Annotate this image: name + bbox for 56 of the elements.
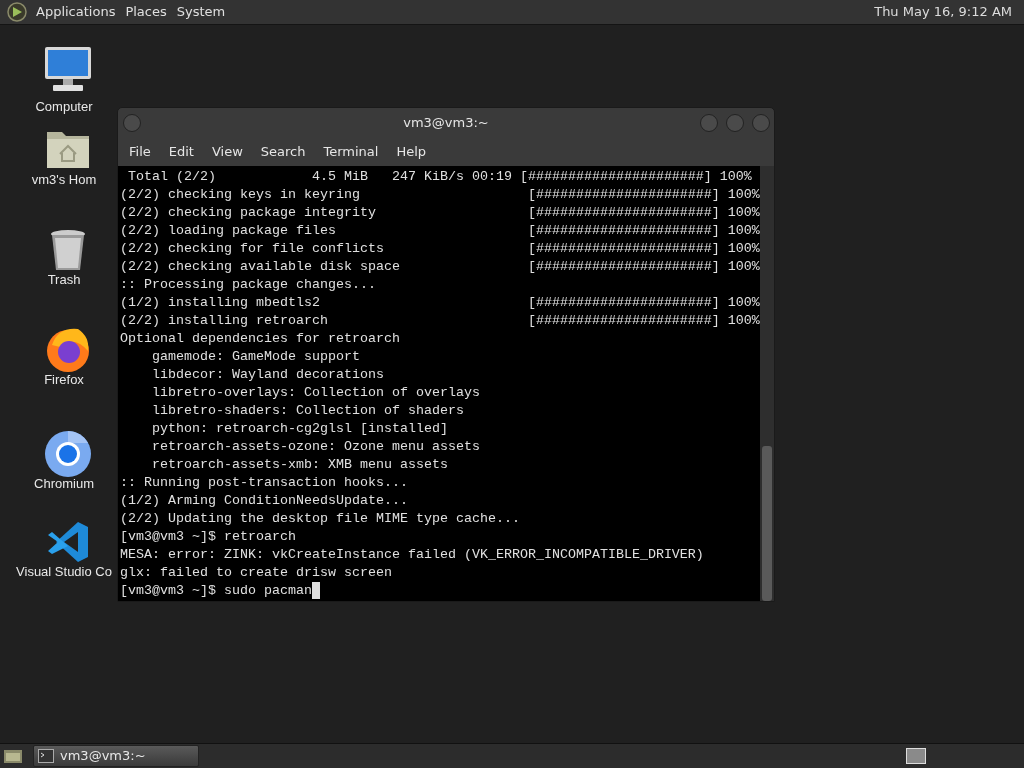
icon-label[interactable]: Visual Studio Co xyxy=(12,564,116,580)
terminal-line: MESA: error: ZINK: vkCreateInstance failed (VK_ERROR_INCOMPATIBLE_DRIVER) xyxy=(120,546,704,564)
terminal-line: retroarch-assets-ozone: Ozone menu assets xyxy=(151,438,480,456)
terminal-icon xyxy=(38,749,54,763)
icon-label[interactable]: Firefox xyxy=(12,372,116,388)
terminal-line: Optional dependencies for retroarch xyxy=(120,330,400,348)
terminal-line: (2/2) checking package integrity [######################] 100% xyxy=(120,204,760,222)
terminal-line: [vm3@vm3 ~]$ retroarch xyxy=(120,528,296,546)
show-desktop-icon[interactable] xyxy=(3,747,23,765)
menu-item[interactable]: File xyxy=(120,142,160,162)
terminal-line: libretro-shaders: Collection of shaders xyxy=(151,402,464,420)
terminal-line: (2/2) checking keys in keyring [######################] 100% xyxy=(120,186,760,204)
logo-icon[interactable] xyxy=(6,1,28,23)
terminal-line: glx: failed to create drisw screen xyxy=(120,564,392,582)
terminal-line: python: retroarch-cg2glsl [installed] xyxy=(151,420,448,438)
terminal-line: Total (2/2) 4.5 MiB 247 KiB/s 00:19 [######################] 100% xyxy=(127,168,752,186)
menu-item[interactable]: Edit xyxy=(159,142,203,162)
menu-item[interactable]: Terminal xyxy=(314,142,388,162)
icon-label[interactable]: Chromium xyxy=(12,476,116,492)
terminal-line: (2/2) loading package files [######################] 100% xyxy=(120,222,760,240)
maximize-button[interactable] xyxy=(726,114,744,132)
scrollbar-thumb[interactable] xyxy=(762,446,772,601)
icon-label[interactable]: vm3's Hom xyxy=(12,172,116,188)
window-title: vm3@vm3:~ xyxy=(403,114,489,133)
terminal-line: libdecor: Wayland decorations xyxy=(151,366,384,384)
panel-menu[interactable]: Applications xyxy=(32,2,120,22)
terminal-line: :: Running post-transaction hooks... xyxy=(120,474,408,492)
terminal-line: :: Processing package changes... xyxy=(120,276,376,294)
vscode-icon xyxy=(46,520,90,564)
menu-item[interactable]: Help xyxy=(387,142,436,162)
terminal-line: (2/2) checking for file conflicts [######################] 100% xyxy=(120,240,760,258)
terminal-line: (1/2) Arming ConditionNeedsUpdate... xyxy=(120,492,408,510)
menu-item[interactable]: View xyxy=(202,142,252,162)
icon-label[interactable]: Computer xyxy=(12,99,116,115)
clock[interactable]: Thu May 16, 9:12 AM xyxy=(868,2,1018,22)
taskbar-button[interactable]: vm3@vm3:~ xyxy=(33,745,199,767)
panel-menu[interactable]: System xyxy=(172,2,230,22)
terminal-line: (2/2) Updating the desktop file MIME type cache... xyxy=(120,510,520,528)
chromium-icon xyxy=(44,430,92,478)
terminal-line: retroarch-assets-xmb: XMB menu assets xyxy=(151,456,448,474)
terminal-line: (2/2) installing retroarch [######################] 100% xyxy=(120,312,760,330)
window-menu-button[interactable] xyxy=(123,114,141,132)
terminal-line: (2/2) checking available disk space [######################] 100% xyxy=(120,258,760,276)
menu-item[interactable]: Search xyxy=(251,142,315,162)
trash-icon xyxy=(49,228,87,272)
scrollbar[interactable] xyxy=(760,166,774,601)
icon-label[interactable]: Trash xyxy=(12,272,116,288)
terminal-line: (1/2) installing mbedtls2 [######################] 100% xyxy=(120,294,760,312)
panel-menu[interactable]: Places xyxy=(121,2,171,22)
terminal-line: gamemode: GameMode support xyxy=(151,348,360,366)
terminal-line: [vm3@vm3 ~]$ sudo pacman xyxy=(120,582,312,600)
workspace-switcher[interactable] xyxy=(906,748,926,764)
terminal-line: libretro-overlays: Collection of overlays xyxy=(151,384,480,402)
minimize-button[interactable] xyxy=(700,114,718,132)
close-button[interactable] xyxy=(752,114,770,132)
text-cursor xyxy=(311,582,320,599)
